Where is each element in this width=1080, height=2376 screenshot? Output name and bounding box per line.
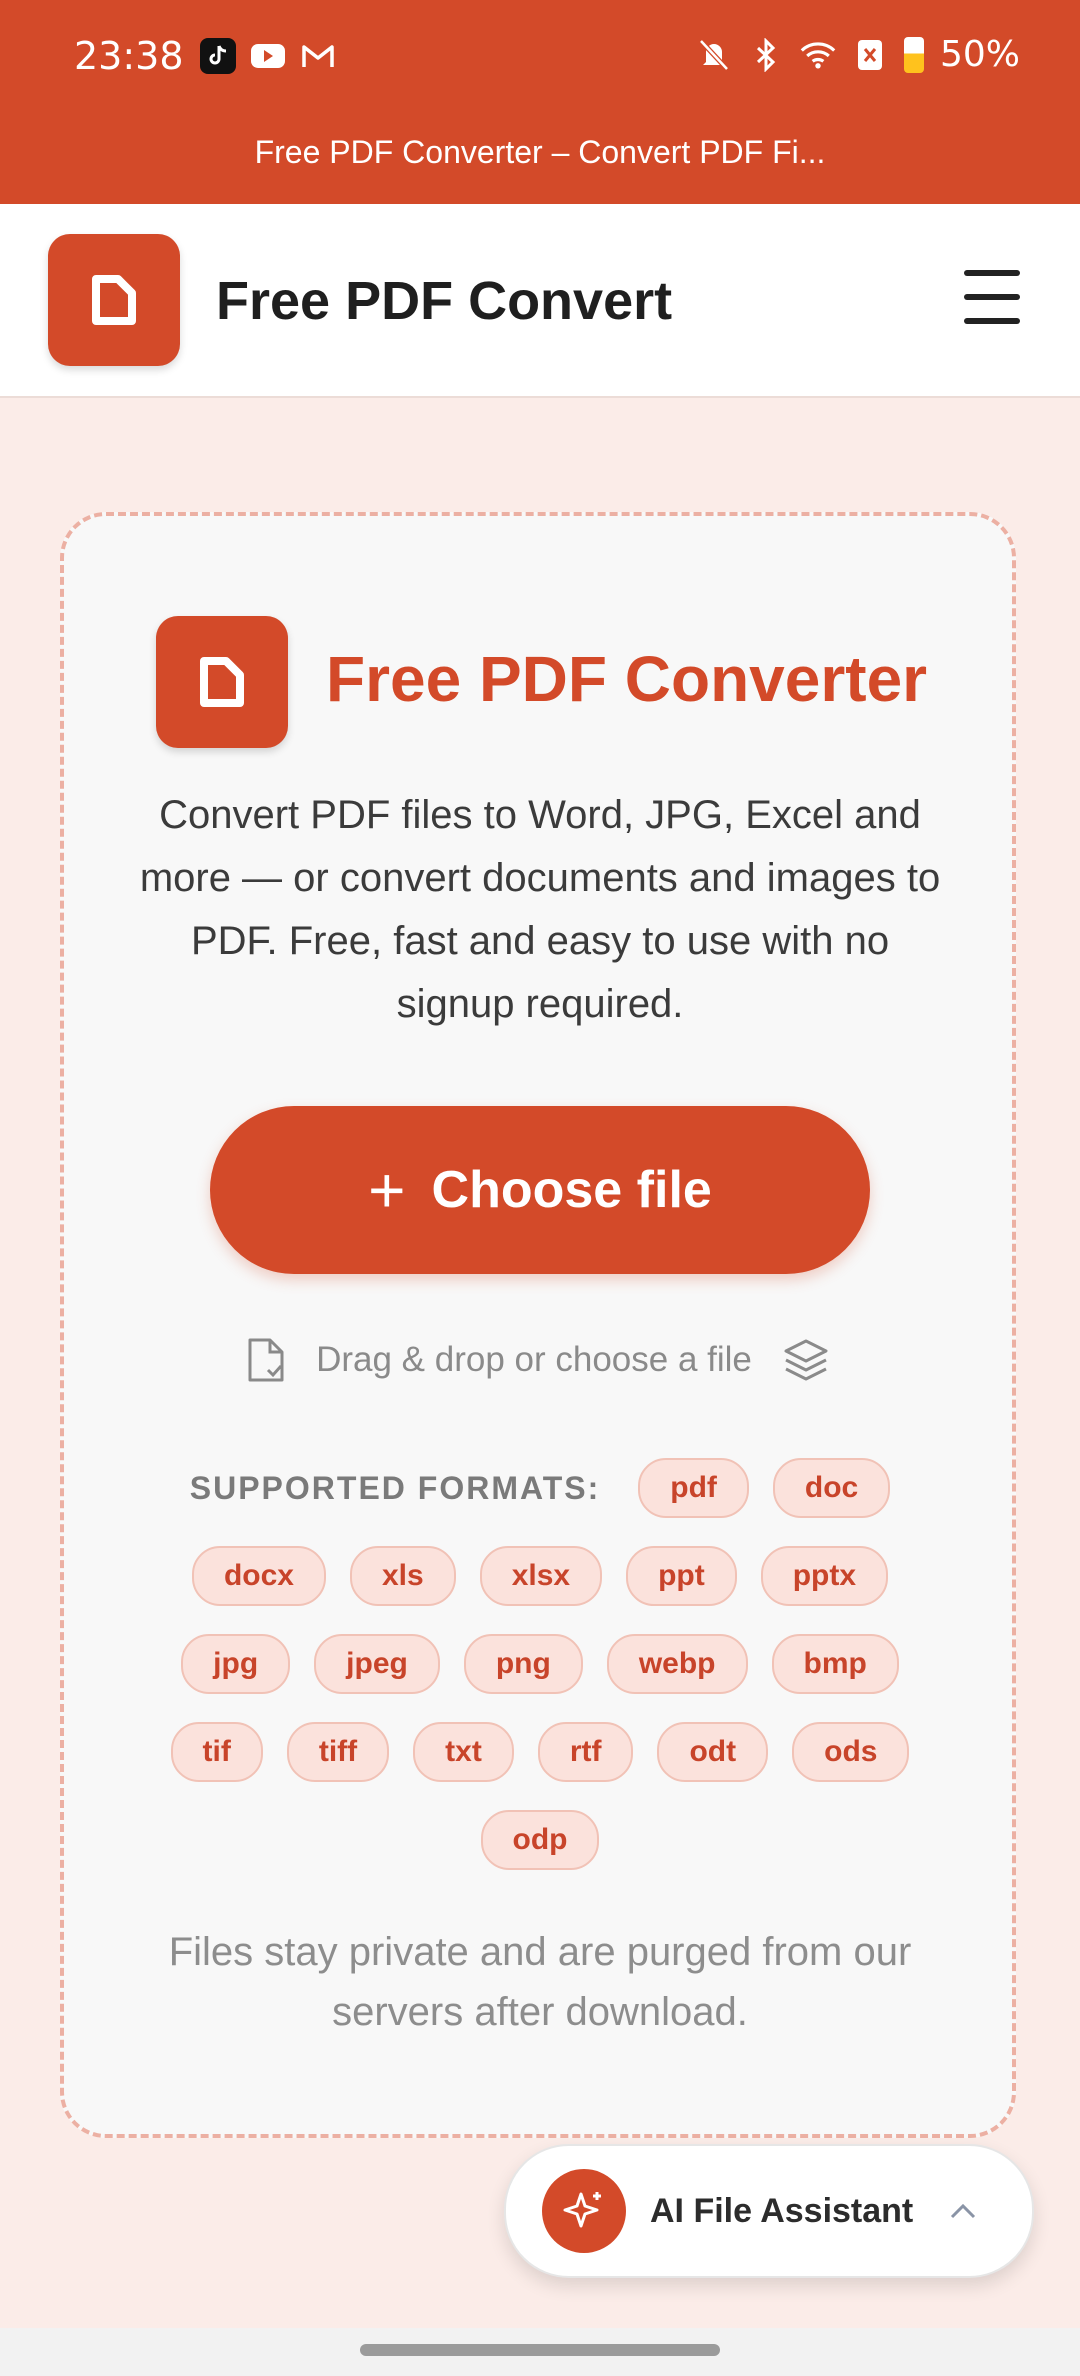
format-chip: tiff <box>286 1722 390 1782</box>
format-chip: doc <box>772 1458 891 1518</box>
format-chip: txt <box>413 1722 514 1782</box>
browser-page-title: Free PDF Converter – Convert PDF Fi... <box>254 134 826 170</box>
layers-icon <box>784 1339 828 1381</box>
battery-icon <box>903 36 924 73</box>
hero-description: Convert PDF files to Word, JPG, Excel an… <box>139 793 941 1026</box>
battery-percent: 50% <box>939 34 1020 75</box>
document-icon <box>92 275 136 325</box>
site-header: Free PDF Convert <box>0 204 1080 398</box>
home-gesture-handle[interactable] <box>360 2344 720 2356</box>
tiktok-icon <box>200 38 236 74</box>
logo[interactable] <box>48 234 180 366</box>
ai-assistant-label: AI File Assistant <box>650 2191 914 2230</box>
sim-icon <box>852 37 888 73</box>
format-chip: xls <box>349 1546 456 1606</box>
status-bar: 23:38 50% Free PDF Converter – Convert P… <box>0 0 1080 204</box>
notification-icons <box>200 38 336 74</box>
wifi-icon <box>800 37 836 73</box>
choose-file-button[interactable]: + Choose file <box>210 1106 870 1274</box>
format-chip: ppt <box>626 1546 737 1606</box>
format-chip: tif <box>170 1722 263 1782</box>
upload-dropzone[interactable]: Free PDF Converter Convert PDF files to … <box>60 512 1016 2138</box>
format-chip: bmp <box>771 1634 899 1694</box>
sparkle-icon <box>542 2169 626 2253</box>
format-chip: jpeg <box>314 1634 440 1694</box>
file-check-icon <box>248 1338 284 1382</box>
supported-formats: SUPPORTED FORMATS: pdf doc docx xls xlsx… <box>134 1458 946 1898</box>
ai-assistant-button[interactable]: AI File Assistant <box>504 2144 1034 2278</box>
hero-logo <box>156 616 288 748</box>
plus-icon: + <box>368 1154 406 1226</box>
chevron-up-icon <box>943 2191 983 2231</box>
hamburger-icon[interactable] <box>964 270 1020 324</box>
format-chip: odt <box>657 1722 769 1782</box>
format-chip: docx <box>191 1546 326 1606</box>
youtube-icon <box>250 38 286 74</box>
brand-name[interactable]: Free PDF Convert <box>216 270 672 332</box>
drag-drop-hint: Drag & drop or choose a file <box>64 1336 1012 1384</box>
mute-icon <box>696 37 732 73</box>
gmail-icon <box>300 38 336 74</box>
privacy-note: Files stay private and are purged from o… <box>168 1930 912 2034</box>
bluetooth-icon <box>748 37 784 73</box>
document-icon <box>200 657 244 707</box>
format-chip: png <box>463 1634 583 1694</box>
status-time: 23:38 <box>74 34 184 78</box>
choose-file-label: Choose file <box>431 1161 712 1219</box>
format-chip: xlsx <box>479 1546 603 1606</box>
format-chip: odp <box>480 1810 600 1870</box>
format-chip: pdf <box>638 1458 749 1518</box>
hero-title: Free PDF Converter <box>326 643 928 715</box>
format-chip: pptx <box>760 1546 889 1606</box>
drag-drop-text: Drag & drop or choose a file <box>316 1340 752 1379</box>
format-chip: ods <box>792 1722 910 1782</box>
formats-label: SUPPORTED FORMATS: <box>189 1469 601 1506</box>
format-chip: rtf <box>537 1722 634 1782</box>
system-icons: 50% <box>696 34 1020 75</box>
format-chip: webp <box>606 1634 748 1694</box>
format-chip: jpg <box>181 1634 291 1694</box>
